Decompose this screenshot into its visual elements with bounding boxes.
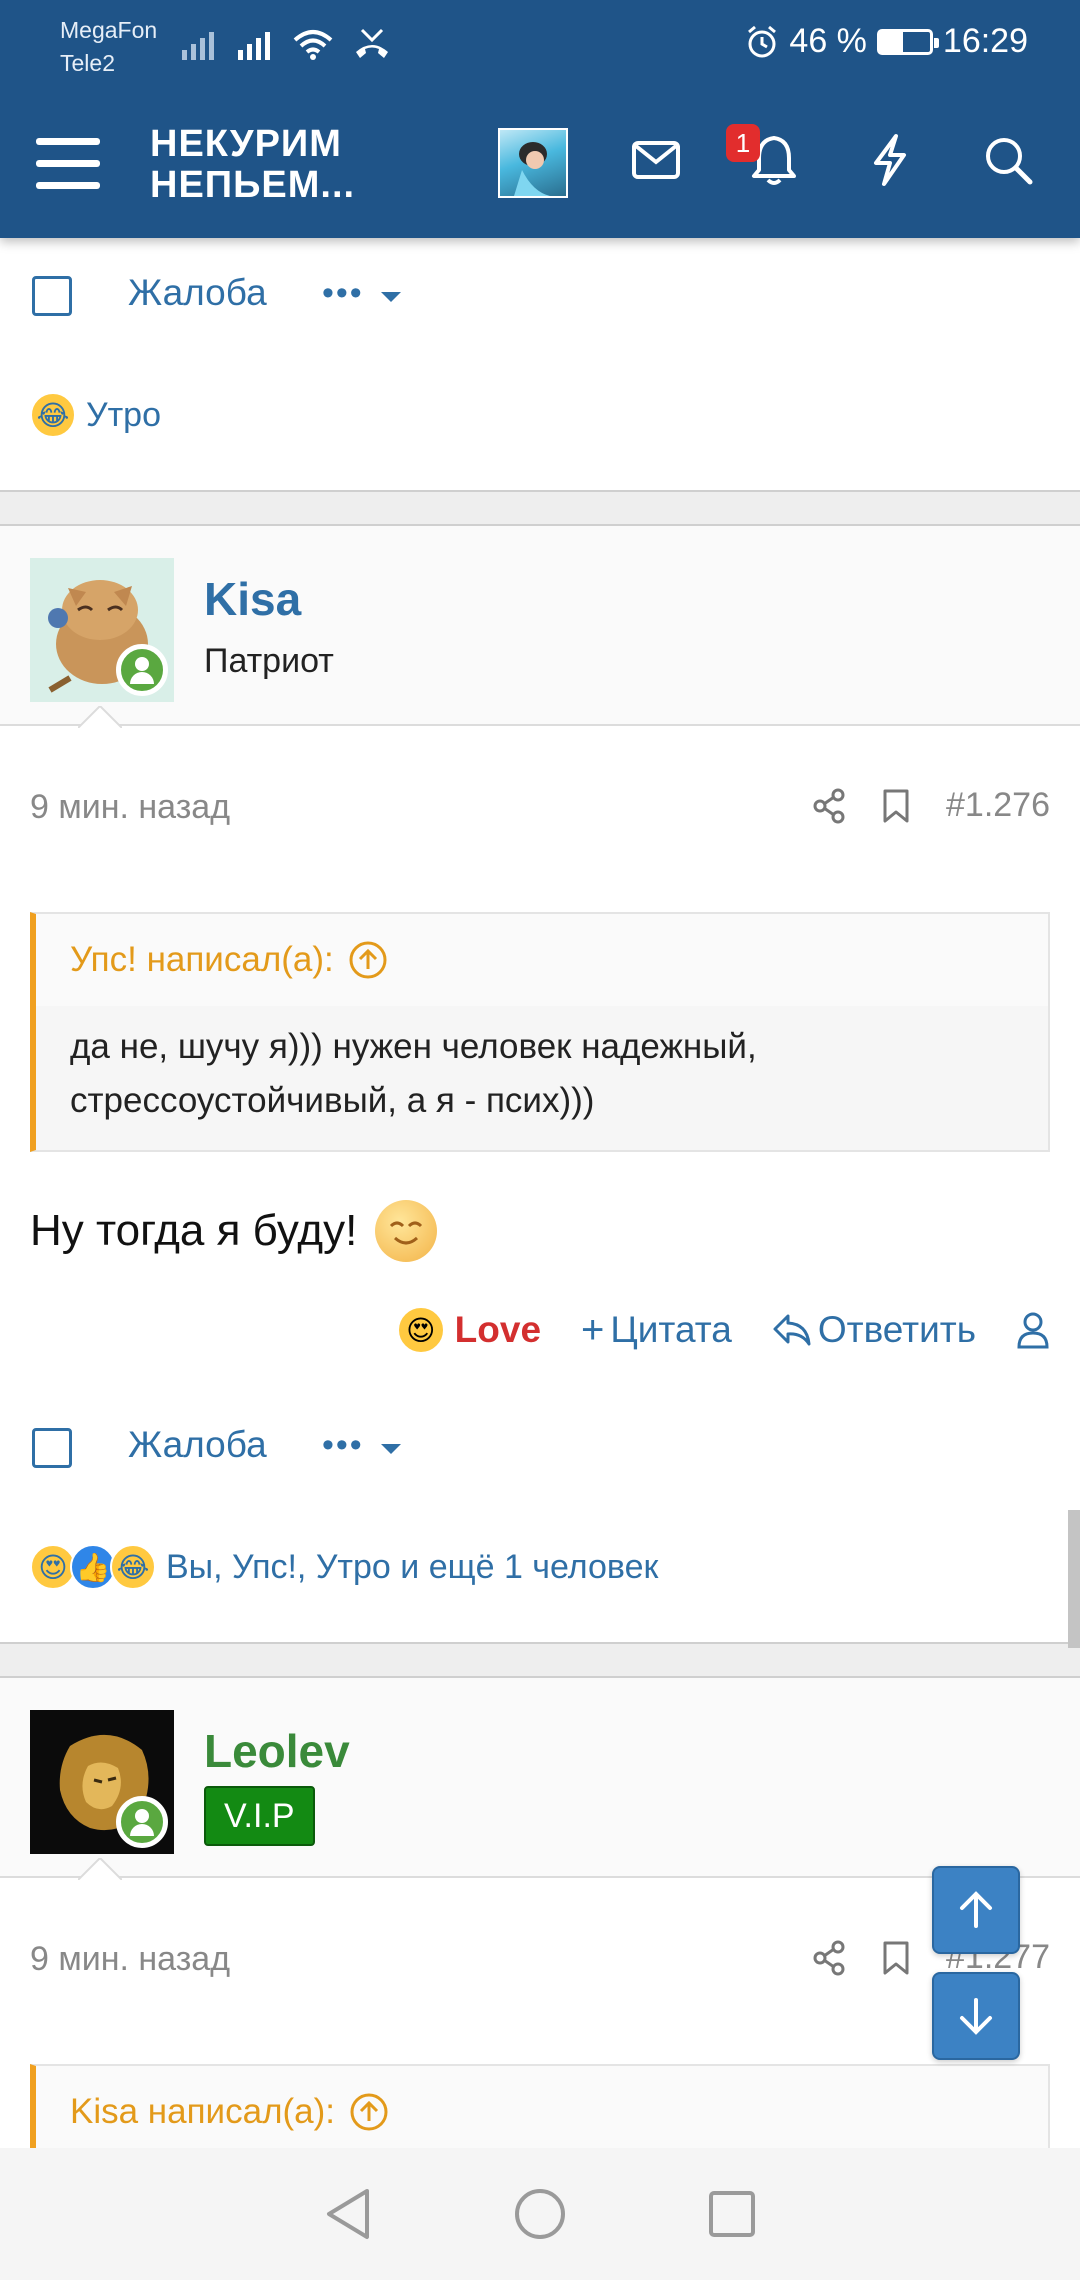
caret-pointer xyxy=(78,706,122,728)
heart-eyes-icon: 😍 xyxy=(396,1306,445,1354)
select-checkbox[interactable] xyxy=(32,276,72,316)
home-icon[interactable] xyxy=(513,2187,567,2241)
lightning-icon xyxy=(874,134,906,186)
recent-apps-icon[interactable] xyxy=(707,2189,757,2239)
bookmark-icon[interactable] xyxy=(882,1940,910,1976)
signal-icons xyxy=(180,28,392,60)
user-icon[interactable] xyxy=(1016,1311,1050,1349)
mail-icon xyxy=(632,141,680,179)
caret-pointer xyxy=(78,1858,122,1880)
quote-text: да не, шучу я))) нужен человек надежный,… xyxy=(70,1027,757,1120)
message-text: Ну тогда я буду! xyxy=(30,1206,358,1255)
share-icon[interactable] xyxy=(812,1940,846,1976)
more-dots: ••• xyxy=(322,1426,364,1464)
caret-down-icon xyxy=(381,292,402,302)
signal-icon-2 xyxy=(238,32,270,60)
select-checkbox[interactable] xyxy=(32,1428,72,1468)
reply-icon xyxy=(773,1314,811,1346)
username[interactable]: Kisa xyxy=(204,572,301,626)
share-icon[interactable] xyxy=(812,788,846,824)
post-time[interactable]: 9 мин. назад xyxy=(30,788,230,827)
report-link[interactable]: Жалоба xyxy=(128,1424,267,1466)
logo-line-1: НЕКУРИМ xyxy=(150,123,342,165)
carrier-1: MegaFon xyxy=(60,17,158,43)
inbox-button[interactable] xyxy=(624,128,688,192)
reply-button[interactable]: Ответить xyxy=(772,1309,976,1351)
quote-header[interactable]: Kisa написал(а): xyxy=(36,2066,1048,2158)
battery-percent: 46 % xyxy=(789,22,867,60)
more-menu-button[interactable]: ••• xyxy=(322,1426,403,1465)
system-nav-bar xyxy=(0,2148,1080,2280)
arrow-up-circle-icon[interactable] xyxy=(349,2092,389,2132)
arrow-up-icon xyxy=(960,1891,992,1928)
app-header: MegaFon Tele2 46 % 16:29 НЕКУРИМ НЕПЬЕМ.… xyxy=(0,0,1080,238)
caret-down-icon xyxy=(381,1444,402,1454)
carrier-info: MegaFon Tele2 xyxy=(60,14,157,80)
battery-icon xyxy=(876,28,939,55)
clock: 16:29 xyxy=(942,22,1028,60)
quote-button[interactable]: + Цитата xyxy=(581,1308,732,1353)
report-link[interactable]: Жалоба xyxy=(128,272,267,314)
reactions-summary[interactable]: 😂 Утро xyxy=(30,392,161,438)
scroll-to-bottom-button[interactable] xyxy=(932,1972,1020,2060)
post-time[interactable]: 9 мин. назад xyxy=(30,1940,230,1979)
site-logo[interactable]: НЕКУРИМ НЕПЬЕМ... xyxy=(150,124,355,206)
post-actions: 😍 Love + Цитата Ответить xyxy=(396,1306,1050,1354)
arrow-up-circle-icon[interactable] xyxy=(348,940,388,980)
signal-icon xyxy=(182,32,214,60)
post-separator xyxy=(0,1642,1080,1678)
arrow-down-icon xyxy=(960,1998,992,2035)
menu-button[interactable] xyxy=(36,138,100,190)
post-user-header: Kisa Патриот xyxy=(0,526,1080,728)
rofl-emoji-icon: 😂 xyxy=(30,392,76,438)
account-avatar[interactable] xyxy=(498,128,568,198)
quote-author: Упс! написал(а): xyxy=(70,940,334,979)
search-icon xyxy=(986,138,1033,185)
alarm-icon xyxy=(748,25,777,57)
quote-header[interactable]: Упс! написал(а): xyxy=(36,914,1048,1006)
love-reaction-button[interactable]: 😍 Love xyxy=(396,1306,542,1354)
smiling-face-icon xyxy=(375,1200,438,1262)
whats-new-button[interactable] xyxy=(858,128,922,192)
more-menu-button[interactable]: ••• xyxy=(322,274,403,313)
logo-line-2: НЕПЬЕМ... xyxy=(150,164,356,206)
scroll-to-top-button[interactable] xyxy=(932,1866,1020,1954)
user-title: Патриот xyxy=(204,642,334,680)
post-separator xyxy=(0,490,1080,526)
carrier-2: Tele2 xyxy=(60,50,115,76)
missed-call-icon xyxy=(356,28,388,58)
quote-block: Упс! написал(а): да не, шучу я))) нужен … xyxy=(30,912,1050,1152)
username[interactable]: Leolev xyxy=(204,1724,350,1778)
notification-badge: 1 xyxy=(726,124,760,162)
status-right: 46 % 16:29 xyxy=(745,22,1028,61)
bookmark-icon[interactable] xyxy=(882,788,910,824)
online-status-icon xyxy=(116,644,168,696)
post-message: Ну тогда я буду! xyxy=(30,1200,438,1262)
reactions-summary[interactable]: 😍 👍 😂 Вы, Упс!, Утро и ещё 1 человек xyxy=(30,1544,658,1590)
scrollbar-thumb[interactable] xyxy=(1068,1510,1080,1648)
reply-label: Ответить xyxy=(817,1309,976,1350)
reactions-text: Вы, Упс!, Утро и ещё 1 человек xyxy=(166,1547,659,1586)
wifi-icon xyxy=(293,30,333,60)
rofl-emoji-icon: 😂 xyxy=(110,1544,156,1590)
reactions-text: Утро xyxy=(86,395,161,434)
quote-label: Цитата xyxy=(610,1309,732,1350)
post-number[interactable]: #1.276 xyxy=(946,786,1050,825)
search-button[interactable] xyxy=(976,128,1040,192)
plus-icon: + xyxy=(581,1307,605,1352)
reaction-label: Love xyxy=(454,1309,542,1350)
vip-badge: V.I.P xyxy=(204,1786,315,1846)
online-status-icon xyxy=(116,1796,168,1848)
post-user-header: Leolev V.I.P xyxy=(0,1678,1080,1880)
more-dots: ••• xyxy=(322,274,364,312)
post-meta-actions: #1.276 xyxy=(812,786,1050,825)
back-icon[interactable] xyxy=(323,2187,373,2241)
quote-author: Kisa написал(а): xyxy=(70,2092,335,2131)
